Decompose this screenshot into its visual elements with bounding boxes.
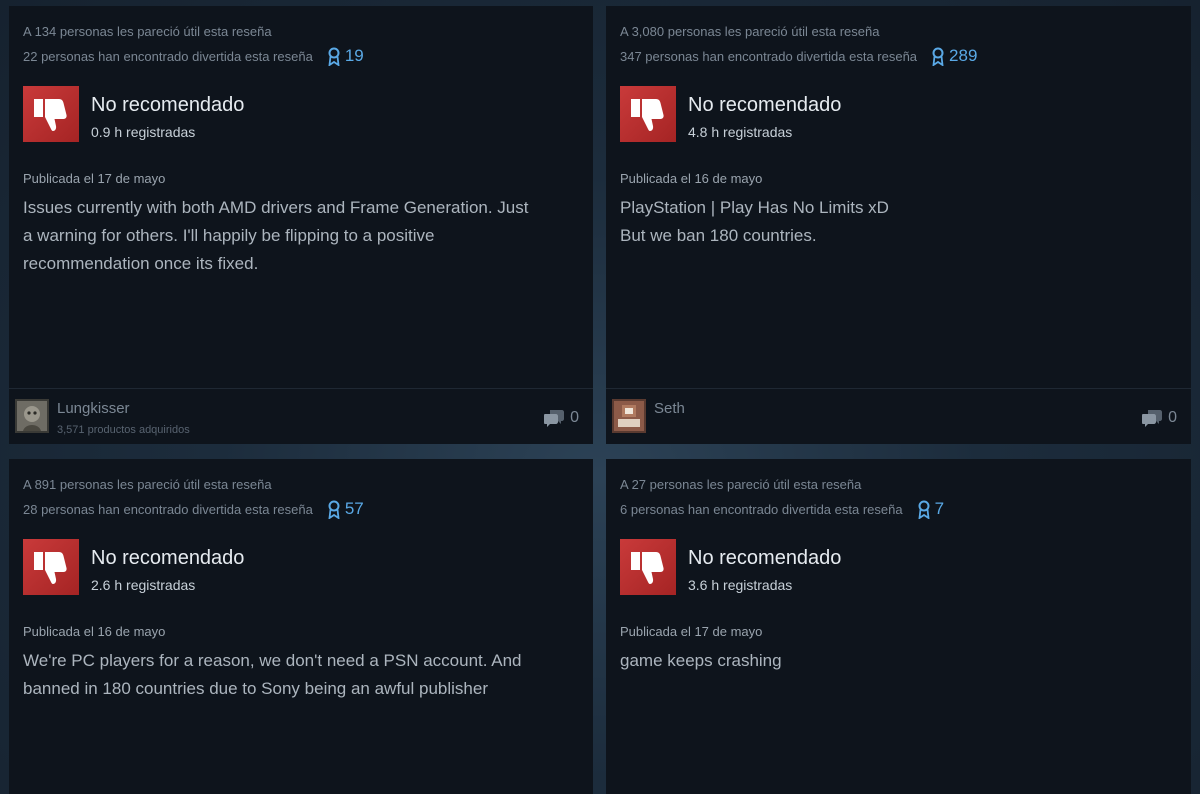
review-line: recommendation once its fixed. [23, 254, 259, 273]
review-line: PlayStation | Play Has No Limits xD [620, 198, 889, 217]
recommendation-label: No recomendado [91, 547, 245, 569]
review-text: game keeps crashing [620, 647, 1180, 675]
award-count: 19 [344, 46, 364, 65]
posted-date: Publicada el 16 de mayo [23, 624, 166, 639]
award-ribbon-icon [918, 500, 930, 519]
funny-row: 28 personas han encontrado divertida est… [23, 499, 364, 519]
review-footer: Lungkisser 3,571 productos adquiridos 0 [9, 388, 593, 444]
funny-row: 6 personas han encontrado divertida esta… [620, 499, 944, 519]
hours-played: 4.8 h registradas [688, 124, 793, 140]
awards-button[interactable]: 7 [917, 499, 944, 519]
products-owned: 3,571 productos adquiridos [57, 424, 190, 436]
helpful-count: A 27 personas les pareció útil esta rese… [620, 477, 862, 492]
posted-date: Publicada el 17 de mayo [620, 624, 763, 639]
author-name[interactable]: Lungkisser [57, 400, 130, 417]
comment-count: 0 [1168, 409, 1177, 426]
review-line: We're PC players for a reason, we don't … [23, 651, 522, 670]
funny-count: 347 personas han encontrado divertida es… [620, 48, 918, 64]
award-count: 289 [949, 46, 978, 65]
recommendation-label: No recomendado [688, 547, 842, 569]
award-ribbon-icon [328, 47, 340, 66]
comments-button[interactable]: 0 [1142, 409, 1177, 427]
review-card: A 27 personas les pareció útil esta rese… [606, 459, 1191, 794]
award-count: 7 [934, 499, 945, 518]
review-footer: Seth 0 [606, 388, 1191, 444]
comment-count: 0 [570, 409, 579, 426]
recommendation-label: No recomendado [91, 94, 245, 116]
awards-button[interactable]: 57 [327, 499, 364, 519]
hours-played: 2.6 h registradas [91, 577, 196, 593]
helpful-count: A 3,080 personas les pareció útil esta r… [620, 24, 880, 39]
thumbs-down-icon [23, 86, 79, 142]
comment-bubble-icon [1142, 410, 1163, 427]
avatar[interactable] [15, 399, 49, 433]
award-ribbon-icon [328, 500, 340, 519]
award-ribbon-icon [932, 47, 944, 66]
review-text: We're PC players for a reason, we don't … [23, 647, 583, 703]
funny-count: 22 personas han encontrado divertida est… [23, 48, 313, 64]
posted-date: Publicada el 17 de mayo [23, 171, 166, 186]
review-line: a warning for others. I'll happily be fl… [23, 226, 435, 245]
review-card: A 3,080 personas les pareció útil esta r… [606, 6, 1191, 444]
comment-bubble-icon [544, 410, 565, 427]
review-text: Issues currently with both AMD drivers a… [23, 194, 583, 278]
funny-row: 22 personas han encontrado divertida est… [23, 46, 364, 66]
thumbs-down-icon [620, 86, 676, 142]
funny-row: 347 personas han encontrado divertida es… [620, 46, 977, 66]
funny-count: 28 personas han encontrado divertida est… [23, 501, 313, 517]
review-line: banned in 180 countries due to Sony bein… [23, 679, 489, 698]
comments-button[interactable]: 0 [544, 409, 579, 427]
funny-count: 6 personas han encontrado divertida esta… [620, 501, 903, 517]
thumbs-down-icon [620, 539, 676, 595]
review-card: A 134 personas les pareció útil esta res… [9, 6, 593, 444]
thumbs-down-icon [23, 539, 79, 595]
review-line: game keeps crashing [620, 651, 782, 670]
helpful-count: A 891 personas les pareció útil esta res… [23, 477, 272, 492]
awards-button[interactable]: 19 [327, 46, 364, 66]
review-line: But we ban 180 countries. [620, 226, 817, 245]
avatar[interactable] [612, 399, 646, 433]
hours-played: 0.9 h registradas [91, 124, 196, 140]
helpful-count: A 134 personas les pareció útil esta res… [23, 24, 272, 39]
review-line: Issues currently with both AMD drivers a… [23, 198, 529, 217]
award-count: 57 [344, 499, 364, 518]
awards-button[interactable]: 289 [931, 46, 977, 66]
hours-played: 3.6 h registradas [688, 577, 793, 593]
posted-date: Publicada el 16 de mayo [620, 171, 763, 186]
review-card: A 891 personas les pareció útil esta res… [9, 459, 593, 794]
recommendation-label: No recomendado [688, 94, 842, 116]
review-text: PlayStation | Play Has No Limits xD But … [620, 194, 1180, 250]
author-name[interactable]: Seth [654, 400, 685, 417]
